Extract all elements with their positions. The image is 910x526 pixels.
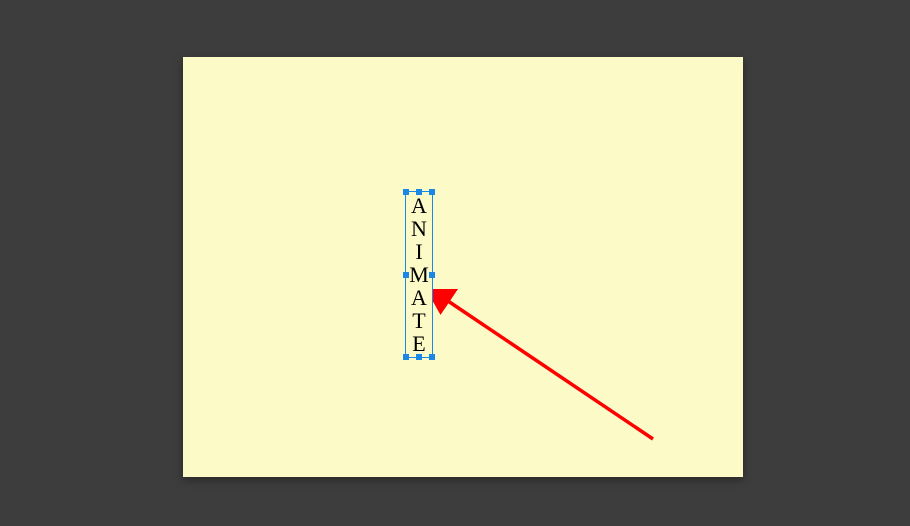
stage-canvas[interactable]: A N I M A T E [183,57,743,477]
resize-handle-top-left[interactable] [403,189,409,195]
annotation-arrow-icon [433,289,663,449]
resize-handle-bottom-right[interactable] [429,354,435,360]
resize-handle-bottom-mid[interactable] [416,354,422,360]
resize-handle-mid-left[interactable] [403,272,409,278]
text-letter: A [408,286,430,309]
text-letter: A [408,194,430,217]
text-letter: N [408,217,430,240]
text-letter: T [408,309,430,332]
text-letter: E [408,332,430,355]
resize-handle-top-mid[interactable] [416,189,422,195]
text-letter: I [408,240,430,263]
text-letter: M [408,263,430,286]
text-frame-animate[interactable]: A N I M A T E [405,191,433,358]
resize-handle-bottom-left[interactable] [403,354,409,360]
resize-handle-mid-right[interactable] [429,272,435,278]
resize-handle-top-right[interactable] [429,189,435,195]
